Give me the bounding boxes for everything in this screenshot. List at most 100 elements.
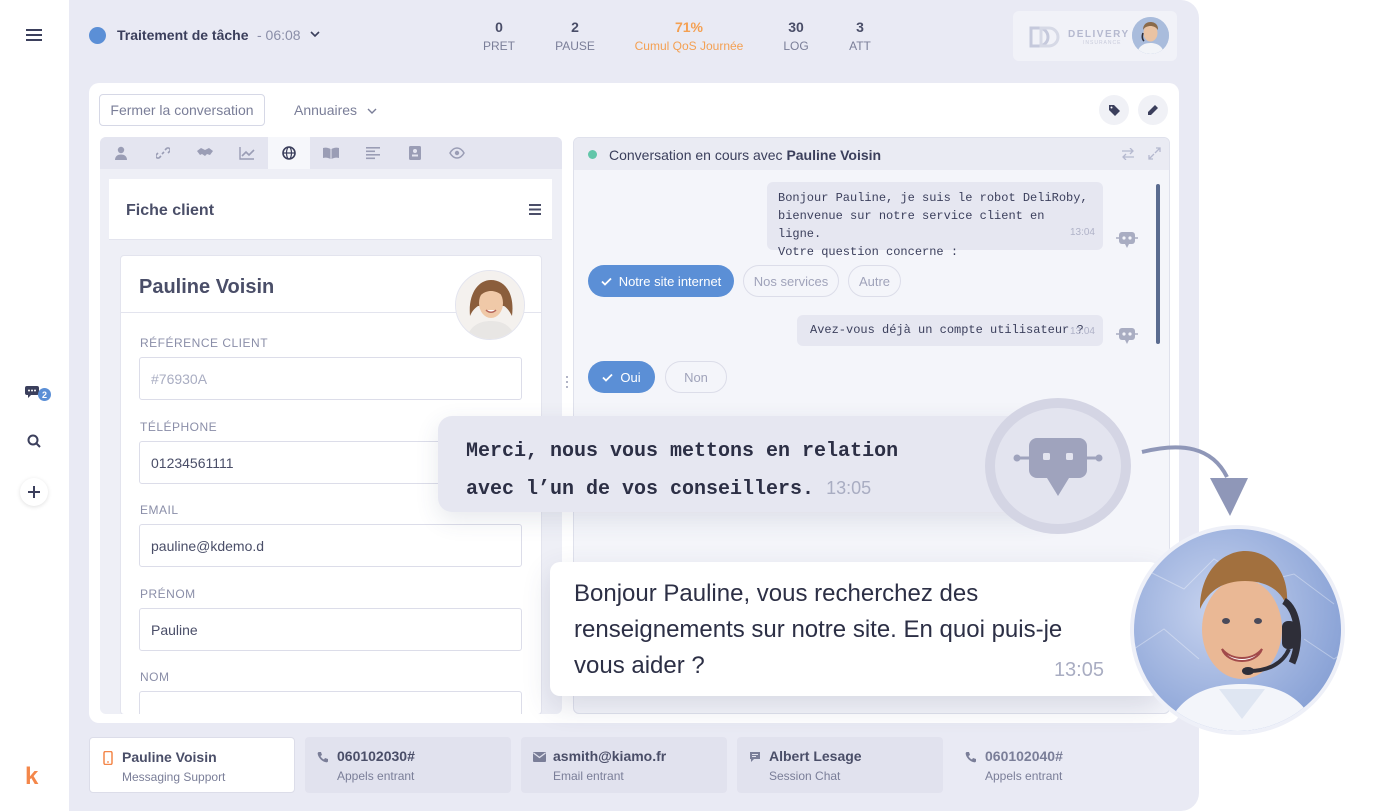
add-button[interactable] xyxy=(20,478,48,506)
featured-bot-line: Merci, nous vous mettons en relation xyxy=(466,440,899,463)
featured-agent-text: Bonjour Pauline, vous recherchez des ren… xyxy=(574,580,1063,679)
featured-bot-line-text: avec l’un de vos conseillers. xyxy=(466,478,815,501)
choice-site-internet[interactable]: Notre site internet xyxy=(588,265,734,297)
transfer-icon[interactable] xyxy=(1121,148,1135,160)
session-name: asmith@kiamo.fr xyxy=(553,748,667,764)
address-book-icon xyxy=(409,146,421,160)
annuaires-label: Annuaires xyxy=(294,102,358,118)
company-logo-box: DELIVERY INSURANCE xyxy=(1013,11,1177,61)
annuaires-dropdown[interactable]: Annuaires xyxy=(294,102,377,118)
pencil-icon xyxy=(1148,105,1158,115)
session-tab-albert-lesage[interactable]: Albert Lesage Session Chat xyxy=(737,737,943,793)
handoff-arrow-icon xyxy=(1141,445,1248,516)
stat-label: Cumul QoS Journée xyxy=(634,39,744,53)
session-type: Appels entrant xyxy=(985,769,1063,783)
choice-autre[interactable]: Autre xyxy=(848,265,901,297)
fiche-client-header: Fiche client xyxy=(109,179,552,240)
session-type: Messaging Support xyxy=(122,770,226,784)
field-label: NOM xyxy=(140,670,170,684)
session-name: Pauline Voisin xyxy=(122,749,217,765)
plus-icon xyxy=(28,486,40,498)
session-name: Albert Lesage xyxy=(769,748,862,764)
stat-label: ATT xyxy=(849,39,871,53)
delivery-logo-icon xyxy=(1029,26,1060,48)
client-name: Pauline Voisin xyxy=(139,276,275,298)
session-type: Email entrant xyxy=(553,769,624,783)
user-avatar[interactable] xyxy=(1132,17,1169,54)
top-bar: Traitement de tâche - 06:08 0 PRET 2 PAU… xyxy=(69,0,1199,70)
expand-icon[interactable] xyxy=(1148,147,1161,160)
stat-pause: 2 PAUSE xyxy=(520,19,630,53)
conversation-title-prefix: Conversation en cours avec xyxy=(609,147,783,163)
featured-agent-message: Bonjour Pauline, vous recherchez des ren… xyxy=(550,562,1160,696)
choice-label: Notre site internet xyxy=(618,273,722,289)
choice-non[interactable]: Non xyxy=(665,361,727,393)
session-type: Session Chat xyxy=(769,769,841,783)
book-icon xyxy=(323,147,339,159)
choice-oui[interactable]: Oui xyxy=(588,361,655,393)
reference-client-field[interactable]: #76930A xyxy=(139,357,522,400)
agent-status-dot[interactable] xyxy=(89,27,106,44)
field-label: PRÉNOM xyxy=(140,587,196,601)
choice-nos-services[interactable]: Nos services xyxy=(743,265,839,297)
user-icon xyxy=(115,146,127,160)
online-status-dot xyxy=(588,150,597,159)
globe-icon xyxy=(282,146,296,160)
tab-knowledge[interactable] xyxy=(310,137,352,169)
tab-web[interactable] xyxy=(268,137,310,169)
robot-icon xyxy=(1116,232,1138,248)
conversation-title: Conversation en cours avec Pauline Voisi… xyxy=(609,147,881,163)
session-tab-060102030[interactable]: 060102030# Appels entrant xyxy=(305,737,511,793)
chat-count-badge: 2 xyxy=(38,388,51,401)
tab-stats[interactable] xyxy=(226,137,268,169)
splitter-handle-icon[interactable] xyxy=(565,375,569,389)
email-field[interactable]: pauline@kdemo.d xyxy=(139,524,522,567)
tab-cobrowse[interactable] xyxy=(436,137,478,169)
panel-tabs xyxy=(100,137,562,169)
featured-bot-time: 13:05 xyxy=(826,478,872,498)
conversation-header: Conversation en cours avec Pauline Voisi… xyxy=(574,138,1169,170)
session-tab-060102040[interactable]: 060102040# Appels entrant xyxy=(953,737,1159,793)
search-icon[interactable] xyxy=(22,429,46,453)
tab-contact-card[interactable] xyxy=(394,137,436,169)
conversation-scrollbar[interactable] xyxy=(1156,184,1160,344)
field-label: EMAIL xyxy=(140,503,179,517)
tab-links[interactable] xyxy=(142,137,184,169)
tab-contact[interactable] xyxy=(100,137,142,169)
hamburger-menu-icon[interactable] xyxy=(22,23,46,47)
fiche-client-title: Fiche client xyxy=(126,202,215,219)
choice-label: Autre xyxy=(858,273,891,289)
conversation-contact-name: Pauline Voisin xyxy=(786,147,882,163)
message-time: 13:04 xyxy=(1069,227,1095,238)
close-conversation-button[interactable]: Fermer la conversation xyxy=(99,94,265,126)
check-icon xyxy=(602,373,614,382)
logo-text: DELIVERY xyxy=(1068,29,1130,40)
logo-subtext: INSURANCE xyxy=(1083,40,1122,46)
menu-lines-icon[interactable] xyxy=(529,204,541,215)
line-chart-icon xyxy=(239,147,255,160)
envelope-icon xyxy=(531,749,547,765)
tab-history[interactable] xyxy=(352,137,394,169)
robot-icon xyxy=(1013,438,1103,496)
left-rail: 2 k xyxy=(0,0,69,811)
edit-button[interactable] xyxy=(1138,95,1168,125)
chevron-down-icon[interactable] xyxy=(309,27,325,43)
chevron-down-icon xyxy=(367,108,377,115)
session-tabs: Pauline Voisin Messaging Support 0601020… xyxy=(69,737,1199,797)
field-label: RÉFÉRENCE CLIENT xyxy=(140,336,269,350)
session-tab-asmith[interactable]: asmith@kiamo.fr Email entrant xyxy=(521,737,727,793)
tab-handshake[interactable] xyxy=(184,137,226,169)
field-label: TÉLÉPHONE xyxy=(140,420,218,434)
message-text: Votre question concerne : xyxy=(778,245,959,259)
tag-button[interactable] xyxy=(1099,95,1129,125)
featured-agent-time: 13:05 xyxy=(1053,659,1104,681)
stat-value: 2 xyxy=(571,19,579,35)
message-line: Votre question concerne : 13:04 xyxy=(778,227,1095,261)
nom-field[interactable] xyxy=(139,691,522,714)
choice-label: Oui xyxy=(620,369,641,385)
bot-message: Avez-vous déjà un compte utilisateur ? 13… xyxy=(797,315,1103,346)
session-tab-pauline-voisin[interactable]: Pauline Voisin Messaging Support xyxy=(89,737,295,793)
stat-att: 3 ATT xyxy=(805,19,915,53)
stat-value: 71% xyxy=(674,19,704,35)
prenom-field[interactable]: Pauline xyxy=(139,608,522,651)
